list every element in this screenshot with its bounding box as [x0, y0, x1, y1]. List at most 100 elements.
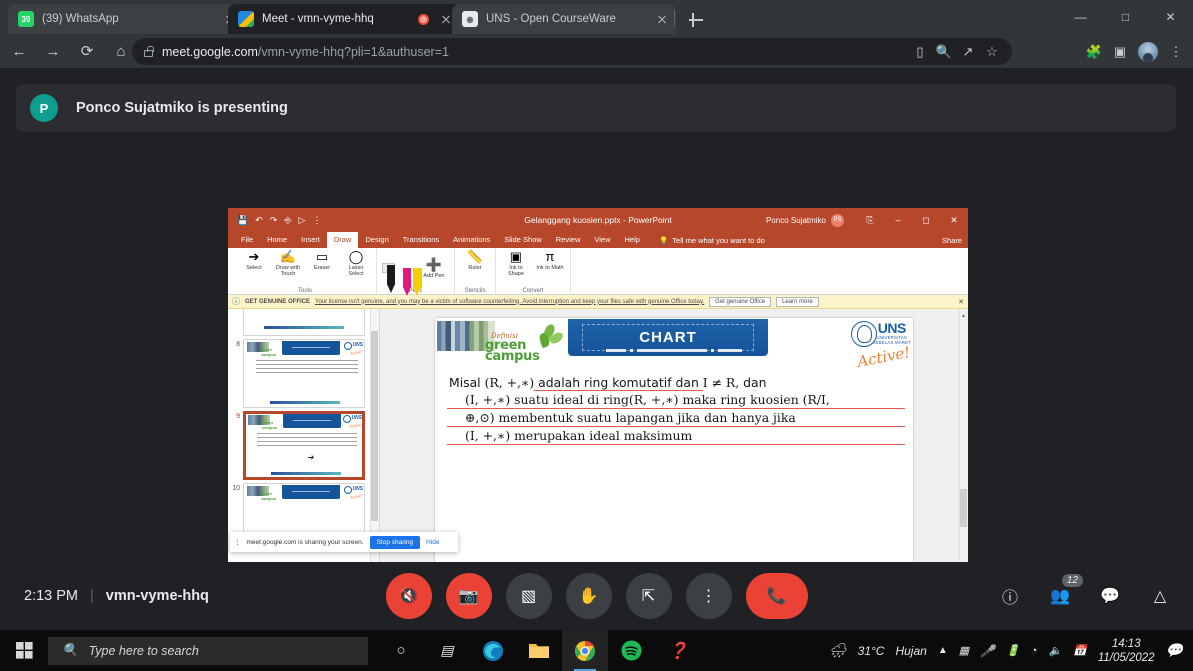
learn-more-button[interactable]: Learn more [776, 296, 819, 307]
stop-sharing-button[interactable]: Stop sharing [369, 535, 421, 549]
title-placeholder[interactable]: CHART [582, 324, 754, 351]
cortana-icon[interactable]: ○ [378, 630, 424, 671]
ribbon-tab-transitions[interactable]: Transitions [396, 232, 446, 248]
office-account[interactable]: Ponco Sujatmiko PS [766, 208, 844, 232]
battery-icon[interactable]: 🔋 [1006, 644, 1020, 657]
leave-call-button[interactable]: 📞 [745, 573, 808, 619]
slide-editing-area[interactable]: Definisi green campus CHART UNS UNIVERSI… [380, 309, 968, 596]
cast-icon[interactable]: ▯ [908, 40, 932, 64]
close-button[interactable]: ✕ [940, 208, 968, 232]
list-item[interactable]: 8 green campus UNS Active! [228, 336, 379, 408]
taskbar-search-input[interactable]: 🔍 Type here to search [48, 636, 368, 665]
show-hidden-icon[interactable]: ▲ [938, 645, 948, 656]
ink-to-shape[interactable]: ▣ Ink to Shape [501, 250, 531, 278]
zoom-icon[interactable]: 🔍 [932, 40, 956, 64]
drag-handle-icon[interactable]: ⋮ [234, 538, 241, 546]
ribbon-tab-help[interactable]: Help [618, 232, 647, 248]
forward-icon[interactable]: → [38, 36, 68, 66]
browser-tab-meet[interactable]: Meet - vmn-vyme-hhq [228, 4, 460, 34]
browser-tab-uns[interactable]: ◉ UNS - Open CourseWare [452, 4, 676, 34]
edge-icon[interactable] [470, 630, 516, 671]
spotify-icon[interactable] [608, 630, 654, 671]
draw-with-touch-tool[interactable]: ✍ Draw with Touch [273, 250, 303, 278]
ribbon-display-options-icon[interactable]: ⎘ [856, 208, 884, 232]
captions-toggle[interactable]: ▧ [505, 573, 552, 619]
ink-to-math[interactable]: π Ink to Math [535, 250, 565, 272]
share-icon[interactable]: ↗ [956, 40, 980, 64]
browser-tab-whatsapp[interactable]: 39 (39) WhatsApp [8, 4, 244, 34]
slide-thumbnail[interactable]: green campus UNS Active! [243, 339, 365, 408]
ruler-tool[interactable]: 📏 Ruler [460, 250, 490, 272]
extensions-puzzle-icon[interactable]: 🧩 [1081, 39, 1107, 65]
ribbon-tab-file[interactable]: File [234, 232, 260, 248]
action-center-icon[interactable]: 💬 [1166, 642, 1183, 659]
meeting-details-button[interactable]: ⓘ [997, 583, 1023, 609]
weather-condition[interactable]: Hujan [895, 644, 926, 658]
lasso-select-tool[interactable]: ◯ Lasso Select [341, 250, 371, 278]
share-button[interactable]: Share [942, 236, 962, 245]
get-genuine-office-button[interactable]: Get genuine Office [709, 296, 772, 307]
ribbon-tab-review[interactable]: Review [549, 232, 588, 248]
list-item[interactable]: 7 [228, 309, 379, 336]
weather-temperature[interactable]: 31°C [858, 644, 885, 658]
restore-button[interactable]: ◻ [912, 208, 940, 232]
current-slide[interactable]: Definisi green campus CHART UNS UNIVERSI… [435, 318, 913, 587]
volume-icon[interactable]: 🔈 [1048, 644, 1062, 657]
bookmark-star-icon[interactable]: ☆ [980, 40, 1004, 64]
slide-thumbnail-pane[interactable]: 7 8 greencampus UNS [228, 309, 380, 596]
show-everyone-button[interactable]: 👥 12 [1047, 574, 1083, 609]
profile-avatar[interactable] [1138, 41, 1158, 62]
back-icon[interactable]: ← [4, 36, 34, 66]
pen-pink[interactable] [399, 267, 411, 296]
ribbon-tab-slideshow[interactable]: Slide Show [497, 232, 549, 248]
ribbon-tab-animations[interactable]: Animations [446, 232, 497, 248]
file-explorer-icon[interactable] [516, 630, 562, 671]
mic-icon[interactable]: 🎤 [980, 644, 995, 658]
activities-button[interactable]: △ [1147, 583, 1173, 609]
help-icon[interactable]: ❓ [668, 641, 688, 661]
camera-toggle[interactable]: 📷 [445, 573, 492, 619]
tell-me-box[interactable]: 💡 Tell me what you want to do [659, 236, 765, 245]
add-pen[interactable]: ➕ Add Pen [419, 257, 449, 279]
windows-start-icon[interactable] [0, 630, 48, 671]
ribbon-tab-insert[interactable]: Insert [294, 232, 327, 248]
pen-black[interactable]: ▼ [382, 263, 395, 293]
scroll-up-icon[interactable]: ▲ [960, 311, 967, 320]
eraser-tool[interactable]: ▭ Eraser [307, 250, 337, 272]
slide-thumbnail[interactable] [243, 309, 365, 336]
recording-indicator-icon[interactable] [418, 13, 429, 25]
chrome-icon[interactable] [562, 630, 608, 671]
slide-thumbnail-selected[interactable]: green campus UNS Active! ➔ [243, 411, 365, 480]
screen-cast-icon[interactable]: ▦ [959, 644, 969, 657]
microphone-toggle[interactable]: 🔇 [385, 573, 432, 619]
raise-hand-button[interactable]: ✋ [565, 573, 612, 619]
wifi-icon[interactable]: ◔ [1031, 645, 1038, 657]
ribbon-tab-view[interactable]: View [587, 232, 617, 248]
ribbon-tab-design[interactable]: Design [358, 232, 395, 248]
task-view-icon[interactable]: ▤ [424, 630, 470, 671]
minimize-button[interactable]: – [884, 208, 912, 232]
ribbon-tab-home[interactable]: Home [260, 232, 294, 248]
more-options-button[interactable]: ⋮ [685, 573, 732, 619]
maximize-button[interactable]: □ [1103, 0, 1148, 34]
thumbnail-scrollbar[interactable] [370, 309, 379, 596]
ribbon-tab-draw[interactable]: Draw [326, 232, 359, 248]
close-icon[interactable] [654, 11, 670, 27]
scrollbar-thumb[interactable] [960, 489, 967, 527]
select-tool[interactable]: ➔ Select [239, 250, 269, 272]
chat-button[interactable]: 💬 [1097, 583, 1123, 609]
taskbar-clock[interactable]: 14:13 11/05/2022 [1098, 637, 1155, 665]
close-window-button[interactable]: ✕ [1148, 0, 1193, 34]
new-tab-button[interactable] [686, 10, 706, 30]
calendar-red-icon[interactable]: 📅 [1073, 644, 1087, 657]
reload-icon[interactable]: ⟳ [72, 36, 102, 66]
slide-scrollbar[interactable]: ▲ ▼ [959, 309, 968, 596]
slide-body-text[interactable]: Misal (R, +,∗) adalah ring komutatif dan… [447, 374, 905, 445]
hide-button[interactable]: Hide [426, 539, 439, 546]
sidepanel-icon[interactable]: ▣ [1107, 39, 1133, 65]
close-icon[interactable]: ✕ [958, 298, 964, 306]
list-item[interactable]: 9 green campus UNS Active! ➔ [228, 408, 379, 480]
minimize-button[interactable]: — [1058, 0, 1103, 34]
chrome-menu-icon[interactable]: ⋮ [1163, 39, 1189, 65]
address-bar[interactable]: meet.google.com/vmn-vyme-hhq?pli=1&authu… [132, 38, 1012, 65]
